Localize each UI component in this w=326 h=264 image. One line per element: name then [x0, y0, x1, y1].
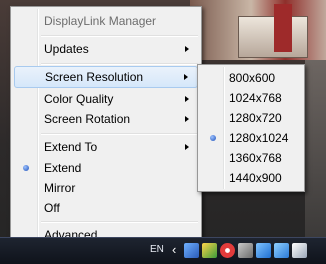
- menu-item-extend-label: Extend: [44, 161, 82, 175]
- resolution-option-1360x768[interactable]: 1360x768: [201, 147, 301, 169]
- volume-icon[interactable]: [292, 243, 307, 258]
- resolution-option-1440x900[interactable]: 1440x900: [201, 167, 301, 189]
- menu-item-extend[interactable]: Extend: [14, 157, 198, 179]
- wallpaper-accent: [274, 4, 292, 52]
- resolution-option-label: 1440x900: [229, 171, 282, 185]
- taskbar: EN ‹: [0, 237, 326, 264]
- displaylink-context-menu: DisplayLink Manager Updates Screen Resol…: [10, 6, 202, 248]
- menu-item-off-label: Off: [44, 201, 60, 215]
- wallpaper-right: [305, 60, 326, 240]
- network-icon[interactable]: [256, 243, 271, 258]
- pen-icon[interactable]: [238, 243, 253, 258]
- selected-bullet-icon: [210, 135, 216, 141]
- resolution-submenu: 800x600 1024x768 1280x720 1280x1024 1360…: [197, 64, 305, 192]
- menu-item-extend-to[interactable]: Extend To: [14, 136, 198, 158]
- menu-item-mirror-label: Mirror: [44, 181, 76, 195]
- selected-bullet-icon: [23, 165, 29, 171]
- resolution-option-label: 1280x1024: [229, 131, 289, 145]
- menu-item-mirror[interactable]: Mirror: [14, 177, 198, 199]
- submenu-arrow-icon: [185, 144, 189, 150]
- show-hidden-icons-chevron-icon[interactable]: ‹: [172, 242, 176, 257]
- submenu-arrow-icon: [185, 116, 189, 122]
- submenu-arrow-icon: [184, 74, 188, 80]
- menu-title-label: DisplayLink Manager: [44, 14, 157, 28]
- submenu-arrow-icon: [185, 96, 189, 102]
- menu-separator: [41, 133, 198, 135]
- submenu-arrow-icon: [185, 46, 189, 52]
- displaylink-icon[interactable]: [184, 243, 199, 258]
- menu-separator: [41, 221, 198, 223]
- menu-item-color-quality-label: Color Quality: [44, 92, 114, 106]
- menu-title: DisplayLink Manager: [14, 10, 198, 32]
- resolution-option-1024x768[interactable]: 1024x768: [201, 87, 301, 109]
- resolution-option-label: 1280x720: [229, 111, 282, 125]
- resolution-option-label: 800x600: [229, 71, 276, 85]
- no-entry-icon[interactable]: [220, 243, 235, 258]
- language-indicator[interactable]: EN: [150, 244, 164, 255]
- menu-item-screen-rotation[interactable]: Screen Rotation: [14, 108, 198, 130]
- resolution-option-1280x720[interactable]: 1280x720: [201, 107, 301, 129]
- system-tray: [184, 243, 307, 258]
- menu-item-screen-rotation-label: Screen Rotation: [44, 112, 131, 126]
- wallpaper-window: [238, 16, 308, 58]
- display-icon[interactable]: [274, 243, 289, 258]
- menu-separator: [41, 35, 198, 37]
- resolution-option-1280x1024[interactable]: 1280x1024: [201, 127, 301, 149]
- menu-item-extend-to-label: Extend To: [44, 140, 98, 154]
- menu-item-screen-resolution-label: Screen Resolution: [45, 70, 144, 84]
- shield-icon[interactable]: [202, 243, 217, 258]
- resolution-option-label: 1024x768: [229, 91, 282, 105]
- menu-item-updates-label: Updates: [44, 42, 89, 56]
- menu-item-off[interactable]: Off: [14, 197, 198, 219]
- resolution-option-label: 1360x768: [229, 151, 282, 165]
- resolution-option-800x600[interactable]: 800x600: [201, 67, 301, 89]
- menu-item-updates[interactable]: Updates: [14, 38, 198, 60]
- menu-item-screen-resolution[interactable]: Screen Resolution: [14, 66, 198, 88]
- menu-separator: [41, 63, 198, 65]
- menu-item-color-quality[interactable]: Color Quality: [14, 88, 198, 110]
